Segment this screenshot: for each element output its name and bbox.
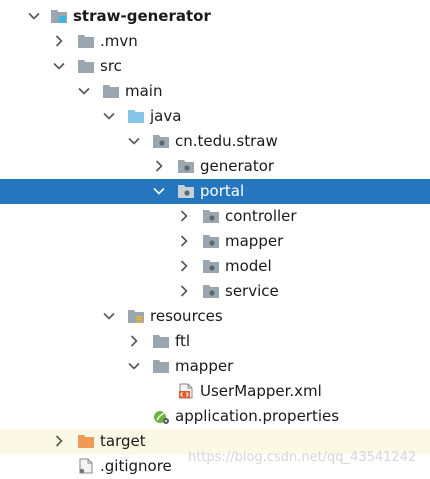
package-icon [202, 233, 220, 249]
package-icon [152, 133, 170, 149]
chevron-right-icon[interactable] [151, 158, 167, 174]
tree-item-label: .gitignore [100, 457, 172, 475]
folder-icon [152, 358, 170, 374]
tree-item-resources[interactable]: resources [0, 304, 430, 329]
tree-item-generator[interactable]: generator [0, 154, 430, 179]
chevron-down-icon[interactable] [51, 58, 67, 74]
tree-item-label: model [225, 257, 272, 275]
tree-item-mapper-package[interactable]: mapper [0, 229, 430, 254]
ignore-file-icon [77, 458, 95, 474]
tree-item-controller[interactable]: controller [0, 204, 430, 229]
tree-item-label: cn.tedu.straw [175, 132, 278, 150]
tree-item-main[interactable]: main [0, 79, 430, 104]
chevron-down-icon[interactable] [101, 308, 117, 324]
tree-item-service[interactable]: service [0, 279, 430, 304]
chevron-right-icon[interactable] [51, 433, 67, 449]
chevron-down-icon[interactable] [151, 183, 167, 199]
tree-item-src[interactable]: src [0, 54, 430, 79]
tree-item-label: straw-generator [73, 7, 211, 25]
package-icon [202, 208, 220, 224]
tree-item-label: service [225, 282, 279, 300]
tree-item-label: UserMapper.xml [200, 382, 322, 400]
tree-item-label: portal [200, 182, 245, 200]
tree-item-straw-generator[interactable]: straw-generator [0, 4, 430, 29]
chevron-right-icon[interactable] [176, 208, 192, 224]
tree-item-mvn[interactable]: .mvn [0, 29, 430, 54]
chevron-right-icon[interactable] [176, 258, 192, 274]
tree-item-label: resources [150, 307, 223, 325]
tree-item-cn-tedu-straw[interactable]: cn.tedu.straw [0, 129, 430, 154]
tree-item-label: java [150, 107, 182, 125]
tree-item-label: ftl [175, 332, 191, 350]
tree-item-label: main [125, 82, 163, 100]
package-icon [177, 183, 195, 199]
tree-item-portal[interactable]: portal [0, 179, 430, 204]
chevron-down-icon[interactable] [126, 358, 142, 374]
project-tree: straw-generator .mvn src main java cn.te… [0, 0, 430, 477]
chevron-down-icon[interactable] [101, 108, 117, 124]
package-icon [177, 158, 195, 174]
tree-item-label: target [100, 432, 146, 450]
package-icon [202, 283, 220, 299]
properties-file-icon [152, 408, 170, 424]
excluded-folder-icon [77, 433, 95, 449]
chevron-right-icon[interactable] [126, 333, 142, 349]
tree-item-label: mapper [175, 357, 234, 375]
chevron-down-icon[interactable] [126, 133, 142, 149]
folder-icon [77, 58, 95, 74]
source-root-folder-icon [127, 108, 145, 124]
chevron-right-icon[interactable] [176, 283, 192, 299]
module-folder-icon [50, 8, 68, 24]
tree-item-application-properties[interactable]: application.properties [0, 404, 430, 429]
package-icon [202, 258, 220, 274]
chevron-down-icon[interactable] [76, 83, 92, 99]
chevron-down-icon[interactable] [26, 8, 42, 24]
xml-file-icon [177, 383, 195, 399]
chevron-right-icon[interactable] [176, 233, 192, 249]
tree-item-label: .mvn [100, 32, 138, 50]
tree-item-label: mapper [225, 232, 284, 250]
tree-item-usermapper-xml[interactable]: UserMapper.xml [0, 379, 430, 404]
chevron-right-icon[interactable] [51, 33, 67, 49]
tree-item-model[interactable]: model [0, 254, 430, 279]
tree-item-ftl[interactable]: ftl [0, 329, 430, 354]
resources-root-folder-icon [127, 308, 145, 324]
tree-item-label: generator [200, 157, 275, 175]
tree-item-label: application.properties [175, 407, 340, 425]
tree-item-label: controller [225, 207, 297, 225]
folder-icon [102, 83, 120, 99]
folder-icon [77, 33, 95, 49]
tree-item-java[interactable]: java [0, 104, 430, 129]
watermark-text: https://blog.csdn.net/qq_43541242 [188, 450, 417, 465]
tree-item-mapper-folder[interactable]: mapper [0, 354, 430, 379]
folder-icon [152, 333, 170, 349]
tree-item-label: src [100, 57, 122, 75]
